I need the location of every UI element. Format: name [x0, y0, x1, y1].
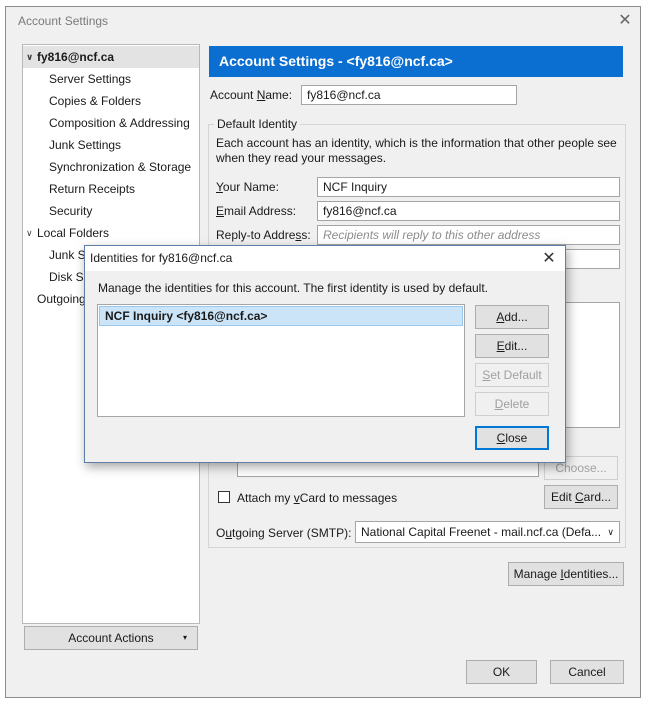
dialog-close-button[interactable]: Close — [475, 426, 549, 450]
email-field[interactable]: fy816@ncf.ca — [317, 201, 620, 221]
your-name-label: Your Name: — [216, 180, 279, 194]
outgoing-server-value: National Capital Freenet - mail.ncf.ca (… — [361, 525, 602, 539]
tree-item-server-settings[interactable]: Server Settings — [23, 68, 199, 90]
attach-vcard-label[interactable]: Attach my vCard to messages — [237, 491, 397, 505]
expanded-icon[interactable]: ∨ — [26, 222, 33, 244]
account-actions-button[interactable]: Account Actions ▾ — [24, 626, 198, 650]
edit-card-button[interactable]: Edit Card... — [544, 485, 618, 509]
outgoing-server-select[interactable]: National Capital Freenet - mail.ncf.ca (… — [355, 521, 620, 543]
default-identity-legend: Default Identity — [214, 117, 301, 131]
tree-local-folders-label: Local Folders — [37, 226, 110, 240]
window-close-icon[interactable]: ✕ — [616, 10, 634, 30]
window-title: Account Settings — [18, 14, 109, 28]
chevron-down-icon: ∨ — [607, 527, 614, 537]
outgoing-server-label: Outgoing Server (SMTP): — [216, 526, 352, 540]
account-name-field[interactable]: fy816@ncf.ca — [301, 85, 517, 105]
dialog-close-icon[interactable]: ✕ — [538, 248, 560, 268]
email-label: Email Address: — [216, 204, 297, 218]
add-identity-button[interactable]: Add... — [475, 305, 549, 329]
identities-list[interactable]: NCF Inquiry <fy816@ncf.ca> — [97, 304, 465, 417]
tree-item-sync-storage[interactable]: Synchronization & Storage — [23, 156, 199, 178]
ok-button[interactable]: OK — [466, 660, 537, 684]
tree-item-return-receipts[interactable]: Return Receipts — [23, 178, 199, 200]
cancel-button[interactable]: Cancel — [550, 660, 624, 684]
reply-to-field[interactable]: Recipients will reply to this other addr… — [317, 225, 620, 245]
manage-identities-button[interactable]: Manage Identities... — [508, 562, 624, 586]
tree-item-security[interactable]: Security — [23, 200, 199, 222]
tree-local-folders[interactable]: ∨ Local Folders — [23, 222, 199, 244]
account-name-label: Account Name: — [210, 88, 293, 102]
your-name-field[interactable]: NCF Inquiry — [317, 177, 620, 197]
tree-account-label: fy816@ncf.ca — [37, 50, 115, 64]
dialog-title: Identities for fy816@ncf.ca — [90, 251, 233, 265]
dropdown-arrow-icon: ▾ — [182, 633, 187, 642]
tree-item-junk-settings[interactable]: Junk Settings — [23, 134, 199, 156]
dialog-description: Manage the identities for this account. … — [98, 281, 488, 295]
edit-identity-button[interactable]: Edit... — [475, 334, 549, 358]
reply-to-label: Reply-to Address: — [216, 228, 311, 242]
tree-item-composition[interactable]: Composition & Addressing — [23, 112, 199, 134]
expanded-icon[interactable]: ∨ — [26, 46, 33, 68]
identity-row[interactable]: NCF Inquiry <fy816@ncf.ca> — [99, 306, 463, 326]
tree-account[interactable]: ∨ fy816@ncf.ca — [23, 46, 199, 68]
account-header: Account Settings - <fy816@ncf.ca> — [209, 46, 623, 77]
default-identity-description: Each account has an identity, which is t… — [216, 136, 617, 165]
attach-vcard-checkbox[interactable] — [218, 491, 230, 503]
delete-identity-button[interactable]: Delete — [475, 392, 549, 416]
set-default-button[interactable]: Set Default — [475, 363, 549, 387]
account-actions-label: Account Actions — [68, 631, 154, 645]
tree-item-copies-folders[interactable]: Copies & Folders — [23, 90, 199, 112]
